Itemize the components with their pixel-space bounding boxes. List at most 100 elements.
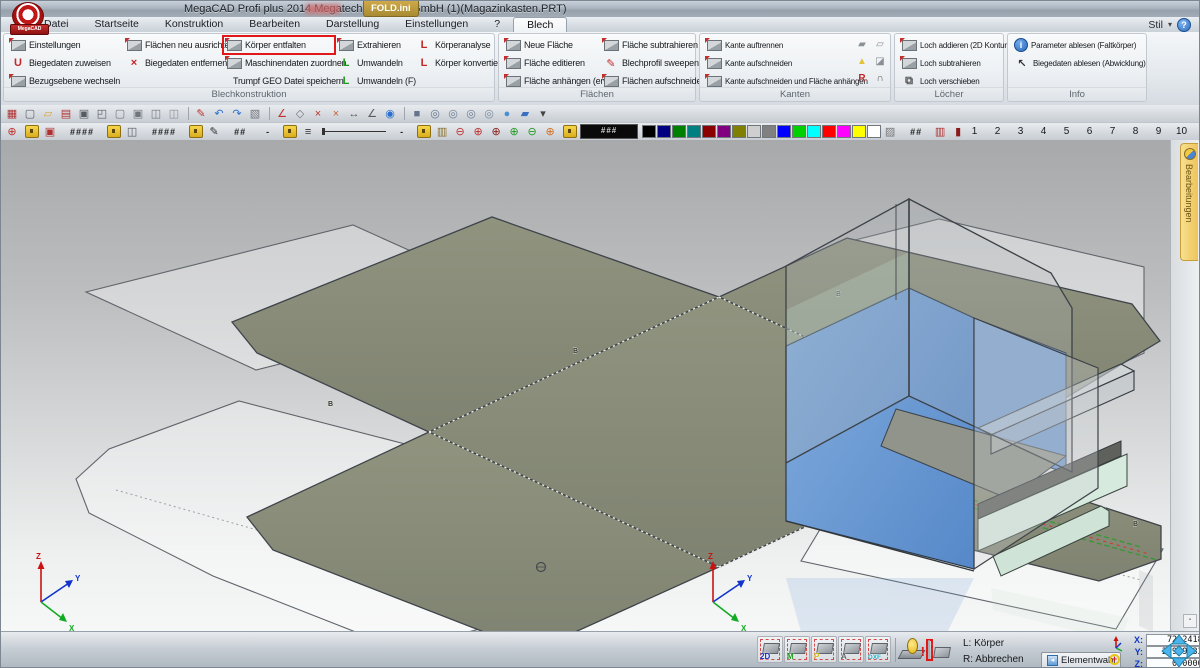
kante-tool-1-icon[interactable]: ▰ (853, 36, 871, 53)
axes-icon[interactable]: ∠ (274, 106, 290, 121)
redo-icon[interactable]: ↷ (229, 106, 245, 121)
sphere-icon[interactable]: ● (499, 106, 515, 121)
ribbon-item-flaeche-editieren[interactable]: Fläche editieren (502, 54, 600, 72)
unfold-dxf-button[interactable]: DXF (865, 636, 891, 663)
ribbon-item-umwandeln[interactable]: LUmwandeln (335, 54, 413, 72)
color-swatch-1[interactable] (642, 125, 656, 138)
layer-number-2[interactable]: 2 (992, 126, 1003, 137)
color-swatch-12[interactable] (807, 125, 821, 138)
scrollbar-corner[interactable]: ▪ (1183, 614, 1197, 628)
unfold-a-button[interactable]: A (838, 636, 864, 663)
ribbon-item-kante-aufschneiden[interactable]: Kante aufschneiden (703, 54, 851, 72)
lock-icon[interactable] (107, 125, 121, 138)
layer-number-7[interactable]: 7 (1107, 126, 1118, 137)
kante-radius-icon[interactable]: R (853, 70, 871, 87)
zoom-dynamic-icon[interactable]: ⊕ (542, 124, 558, 139)
layer-colors-icon[interactable]: ▥ (932, 124, 948, 139)
layer-doc-icon[interactable]: ◫ (124, 124, 140, 139)
ribbon-item-flaechen-neu-ausrichten[interactable]: Flächen neu ausrichten (123, 36, 223, 54)
color-swatch-11[interactable] (792, 125, 806, 138)
menu-item-bearbeiten[interactable]: Bearbeiten (236, 17, 313, 32)
layer-number-9[interactable]: 9 (1153, 126, 1164, 137)
view-cube-icon[interactable]: ◇ (292, 106, 308, 121)
menu-item-konstruktion[interactable]: Konstruktion (152, 17, 236, 32)
lock-icon[interactable] (283, 125, 297, 138)
zoom-minus-icon[interactable]: ⊖ (524, 124, 540, 139)
color-swatch-3[interactable] (672, 125, 686, 138)
layer-number-6[interactable]: 6 (1084, 126, 1095, 137)
roll-bend-button[interactable] (899, 636, 923, 663)
ribbon-item-blechprofil-sweepen[interactable]: ✎Blechprofil sweepen (600, 54, 694, 72)
ribbon-item-koerper-konvertieren[interactable]: LKörper konvertieren (413, 54, 493, 72)
ribbon-item-extrahieren[interactable]: Extrahieren (335, 36, 413, 54)
color-swatch-2[interactable] (657, 125, 671, 138)
pen-doc-icon[interactable]: ▣ (42, 124, 58, 139)
kante-arc-icon[interactable]: ∩ (871, 70, 889, 87)
ribbon-item-biegedaten-entfernen[interactable]: ×Biegedaten entfernen (123, 54, 223, 72)
help-icon[interactable]: ? (1177, 18, 1191, 32)
color-swatch-9[interactable] (762, 125, 776, 138)
delete-multi-icon[interactable]: × (328, 106, 344, 121)
drawing-canvas[interactable]: B B B B B B (1, 140, 1172, 631)
lock-icon[interactable] (189, 125, 203, 138)
bars-icon[interactable]: ▮ (950, 124, 966, 139)
stamp-icon[interactable]: ▧ (247, 106, 263, 121)
measure-icon[interactable]: ↔ (346, 106, 362, 121)
color-swatch-5[interactable] (702, 125, 716, 138)
snap-target-icon[interactable]: ⊕ (4, 124, 20, 139)
zoom-out-icon[interactable]: ⊖ (452, 124, 468, 139)
menu-item-blech[interactable]: Blech (513, 17, 567, 32)
zoom-plus-icon[interactable]: ⊕ (506, 124, 522, 139)
style-menu[interactable]: Stil (1148, 19, 1163, 31)
edit-pen-icon[interactable]: ✎ (193, 106, 209, 121)
ribbon-item-maschinendaten-zuordnen[interactable]: Maschinendaten zuordnen (223, 54, 335, 72)
layer-number-10[interactable]: 10 (1176, 126, 1187, 137)
doc-copy-icon[interactable]: ◫ (166, 106, 182, 121)
grid-icon[interactable]: ▦ (4, 106, 20, 121)
delete-icon[interactable]: × (310, 106, 326, 121)
save-icon[interactable]: ▤ (58, 106, 74, 121)
chevron-down-icon[interactable]: ▾ (1168, 20, 1172, 29)
cylinder-icon-4[interactable]: ◎ (481, 106, 497, 121)
ribbon-item-koerperanalyse[interactable]: LKörperanalyse (413, 36, 493, 54)
ribbon-item-parameter-ablesen-faltkoerper[interactable]: iParameter ablesen (Faltkörper) (1011, 36, 1145, 54)
color-swatch-7[interactable] (732, 125, 746, 138)
menu-item-startseite[interactable]: Startseite (82, 17, 152, 32)
ribbon-item-flaeche-subtrahieren[interactable]: Fläche subtrahieren (600, 36, 694, 54)
ribbon-item-neue-flaeche[interactable]: Neue Fläche (502, 36, 600, 54)
cylinder-icon-3[interactable]: ◎ (463, 106, 479, 121)
lock-icon[interactable] (563, 125, 577, 138)
new-file-icon[interactable]: ▢ (22, 106, 38, 121)
pattern-icon[interactable]: ▨ (882, 124, 898, 139)
color-swatch-16[interactable] (867, 125, 881, 138)
cylinder-icon-1[interactable]: ◎ (427, 106, 443, 121)
line-style-slider[interactable] (322, 131, 386, 132)
ribbon-item-loch-addieren-2d-kontur[interactable]: Loch addieren (2D Kontur) (898, 36, 1002, 54)
menu-item--[interactable]: ? (481, 17, 513, 32)
color-swatch-14[interactable] (837, 125, 851, 138)
angle-icon[interactable]: ∠ (364, 106, 380, 121)
print-icon[interactable]: ▣ (76, 106, 92, 121)
line-width-icon[interactable]: ≡ (300, 124, 316, 139)
zoom-in-icon[interactable]: ⊕ (470, 124, 486, 139)
color-swatch-13[interactable] (822, 125, 836, 138)
unfold-m-button[interactable]: M (784, 636, 810, 663)
solid-box-icon[interactable]: ■ (409, 106, 425, 121)
undo-icon[interactable]: ↶ (211, 106, 227, 121)
color-swatch-15[interactable] (852, 125, 866, 138)
layer-number-4[interactable]: 4 (1038, 126, 1049, 137)
color-bars-icon[interactable]: ▥ (434, 124, 450, 139)
cylinder-icon-2[interactable]: ◎ (445, 106, 461, 121)
color-swatch-4[interactable] (687, 125, 701, 138)
ribbon-item-loch-subtrahieren[interactable]: Loch subtrahieren (898, 54, 1002, 72)
layer-number-1[interactable]: 1 (969, 126, 980, 137)
ribbon-item-einstellungen[interactable]: Einstellungen (7, 36, 123, 54)
panel-icon[interactable]: ▰ (517, 106, 533, 121)
layer-number-5[interactable]: 5 (1061, 126, 1072, 137)
file-tab-fold-ini[interactable]: FOLD.ini (363, 1, 419, 17)
color-swatch-6[interactable] (717, 125, 731, 138)
doc-gear-icon[interactable]: ◫ (148, 106, 164, 121)
menu-item-einstellungen[interactable]: Einstellungen (392, 17, 481, 32)
print-preview-icon[interactable]: ◰ (94, 106, 110, 121)
megacad-logo[interactable]: MegaCAD (10, 2, 47, 35)
